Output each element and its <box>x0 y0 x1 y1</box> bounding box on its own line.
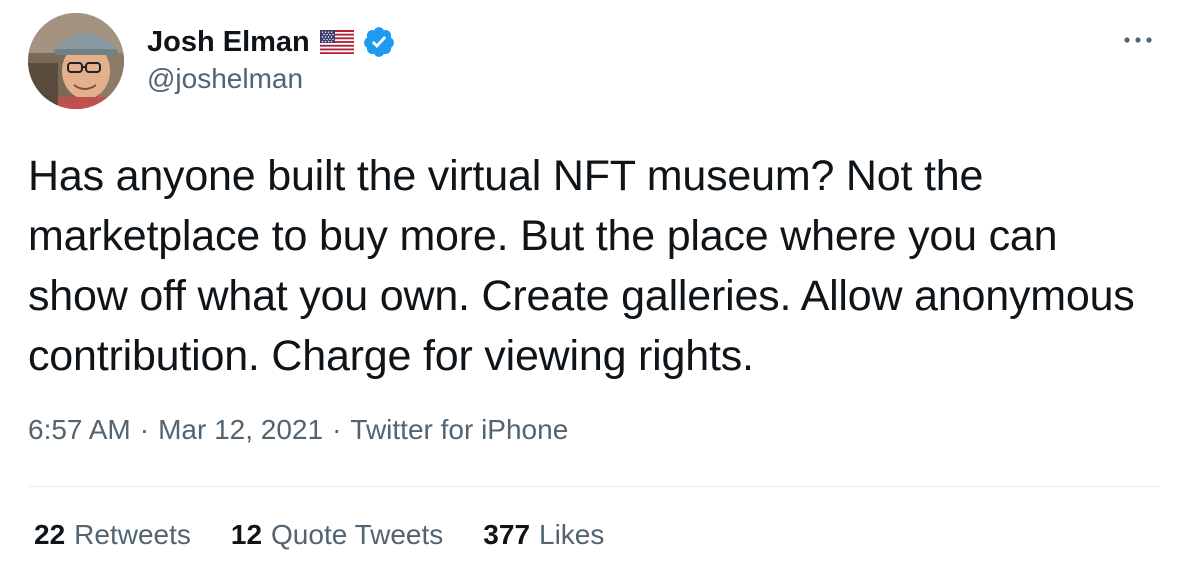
verified-badge-icon <box>362 25 396 59</box>
quote-tweets-stat[interactable]: 12 Quote Tweets <box>231 519 443 551</box>
likes-stat[interactable]: 377 Likes <box>483 519 604 551</box>
more-options-button[interactable] <box>1118 24 1158 56</box>
author-display-name[interactable]: Josh Elman <box>147 26 310 59</box>
likes-count: 377 <box>483 519 531 550</box>
tweet-time[interactable]: 6:57 AM <box>28 414 131 446</box>
tweet-date[interactable]: Mar 12, 2021 <box>158 414 323 446</box>
likes-label: Likes <box>539 519 605 550</box>
meta-separator: · <box>139 414 150 445</box>
quote-tweets-label: Quote Tweets <box>271 519 444 550</box>
more-dots-icon <box>1124 37 1152 43</box>
tweet-stats: 22 Retweets 12 Quote Tweets 377 Likes <box>34 519 644 551</box>
retweets-count: 22 <box>34 519 66 550</box>
retweets-label: Retweets <box>74 519 191 550</box>
us-flag-icon <box>319 29 355 55</box>
tweet-meta: 6:57 AM · Mar 12, 2021 · Twitter for iPh… <box>28 414 568 446</box>
tweet-text: Has anyone built the virtual NFT museum?… <box>28 152 1135 380</box>
quote-tweets-count: 12 <box>230 519 263 550</box>
retweets-stat[interactable]: 22 Retweets <box>34 519 191 551</box>
avatar-photo-icon <box>28 13 124 109</box>
author-name-row: Josh Elman <box>147 22 396 62</box>
tweet-source[interactable]: Twitter for iPhone <box>350 414 568 446</box>
author-handle[interactable]: @joshelman <box>147 63 303 95</box>
divider <box>28 486 1160 487</box>
tweet-card: Josh Elman @joshelman Has anyone built t… <box>0 0 1182 578</box>
meta-separator: · <box>332 414 342 445</box>
avatar[interactable] <box>28 13 124 109</box>
